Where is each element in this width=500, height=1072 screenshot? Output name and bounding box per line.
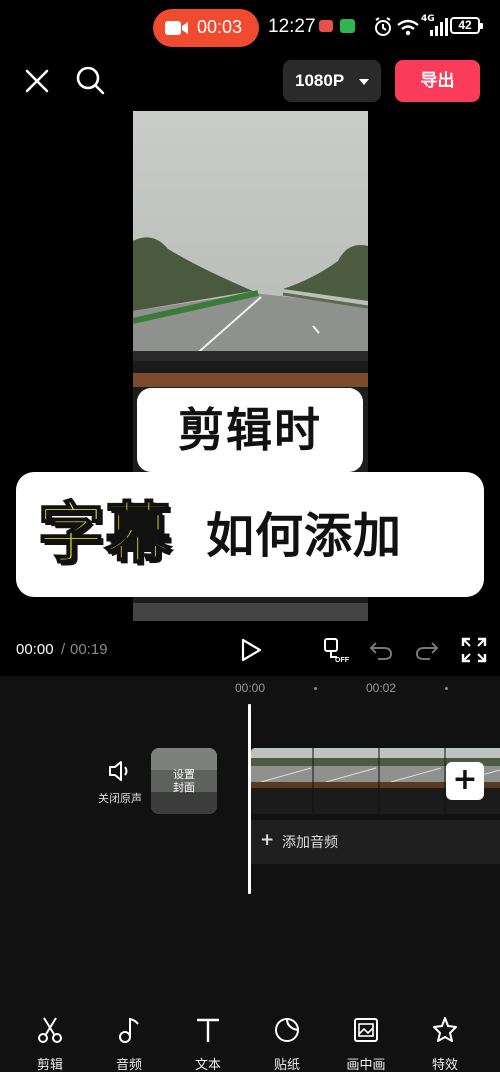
network-type: 4G — [421, 14, 435, 24]
caption-rest-text: 如何添加 — [206, 508, 403, 564]
ruler-tick — [445, 687, 448, 690]
add-audio-label: 添加音频 — [282, 835, 338, 851]
recording-time: 00:03 — [197, 17, 243, 37]
tool-audio[interactable]: 音频 — [97, 1016, 161, 1072]
tool-effects[interactable]: 特效 — [413, 1016, 477, 1072]
tool-edit[interactable]: 剪辑 — [18, 1016, 82, 1072]
tool-label: 贴纸 — [273, 1058, 300, 1072]
ruler-time: 00:02 — [366, 681, 397, 695]
scissors-icon — [38, 1017, 62, 1043]
alarm-icon — [375, 17, 391, 36]
cover-label-line-2: 封面 — [173, 781, 195, 794]
tool-text[interactable]: 文本 — [176, 1016, 240, 1072]
wechat-icon — [340, 19, 355, 33]
tool-sticker[interactable]: 贴纸 — [255, 1016, 319, 1072]
chevron-down-icon — [359, 79, 369, 85]
caption-line-1-box: 剪辑时 — [137, 388, 363, 472]
mute-label: 关闭原声 — [98, 792, 142, 805]
preview-road-frame — [133, 111, 368, 361]
fullscreen-icon[interactable] — [461, 637, 487, 663]
tool-picture-in-picture[interactable]: 画中画 — [334, 1016, 398, 1072]
time-separator: / — [61, 641, 66, 658]
tool-label: 剪辑 — [36, 1058, 63, 1072]
export-button[interactable]: 导出 — [395, 60, 480, 102]
tool-label: 特效 — [431, 1058, 458, 1072]
current-time: 00:00 — [16, 641, 54, 658]
caption-line-2-box: 字幕 如何添加 — [16, 472, 484, 597]
plus-icon: + — [452, 762, 478, 797]
close-icon[interactable] — [22, 66, 52, 96]
play-icon[interactable] — [240, 638, 262, 662]
app-notification-icon — [319, 20, 333, 32]
speaker-icon — [109, 761, 128, 781]
keyframe-off-icon[interactable]: OFF — [323, 637, 349, 663]
status-bar: 00:03 12:27 4G 42 — [0, 0, 500, 52]
text-icon — [197, 1018, 219, 1042]
tool-label: 音频 — [115, 1058, 142, 1072]
clock: 12:27 — [268, 16, 316, 37]
effects-star-icon — [433, 1017, 457, 1042]
redo-icon[interactable] — [414, 637, 440, 663]
total-time: 00:19 — [70, 641, 108, 658]
ruler-time: 00:00 — [235, 681, 266, 695]
set-cover-button[interactable]: 设置 封面 — [151, 748, 217, 814]
caption-line-1: 剪辑时 — [178, 403, 322, 457]
picture-in-picture-icon — [354, 1018, 378, 1042]
sticker-icon — [275, 1018, 299, 1042]
screen-recording-indicator[interactable]: 00:03 — [153, 9, 259, 47]
wifi-icon — [397, 19, 419, 36]
music-note-icon — [119, 1017, 139, 1043]
plus-icon: + — [260, 830, 275, 850]
cover-label-line-1: 设置 — [173, 768, 195, 781]
caption-highlight-text: 字幕 — [37, 494, 172, 573]
add-audio-button[interactable]: + 添加音频 — [251, 820, 500, 864]
add-clip-button[interactable]: + — [446, 762, 484, 800]
ruler-tick — [314, 687, 317, 690]
export-label: 导出 — [420, 71, 455, 91]
svg-text:OFF: OFF — [335, 657, 349, 663]
tool-label: 画中画 — [346, 1058, 386, 1072]
search-icon[interactable] — [74, 64, 106, 96]
video-camera-icon — [165, 21, 188, 35]
undo-icon[interactable] — [368, 637, 394, 663]
mute-original-audio-button[interactable]: 关闭原声 — [98, 760, 142, 806]
playhead[interactable] — [248, 704, 251, 894]
tool-label: 文本 — [194, 1058, 221, 1072]
battery-icon: 42 — [450, 17, 483, 34]
resolution-dropdown[interactable]: 1080P — [283, 60, 381, 102]
resolution-label: 1080P — [295, 71, 345, 90]
battery-level: 42 — [458, 18, 472, 32]
